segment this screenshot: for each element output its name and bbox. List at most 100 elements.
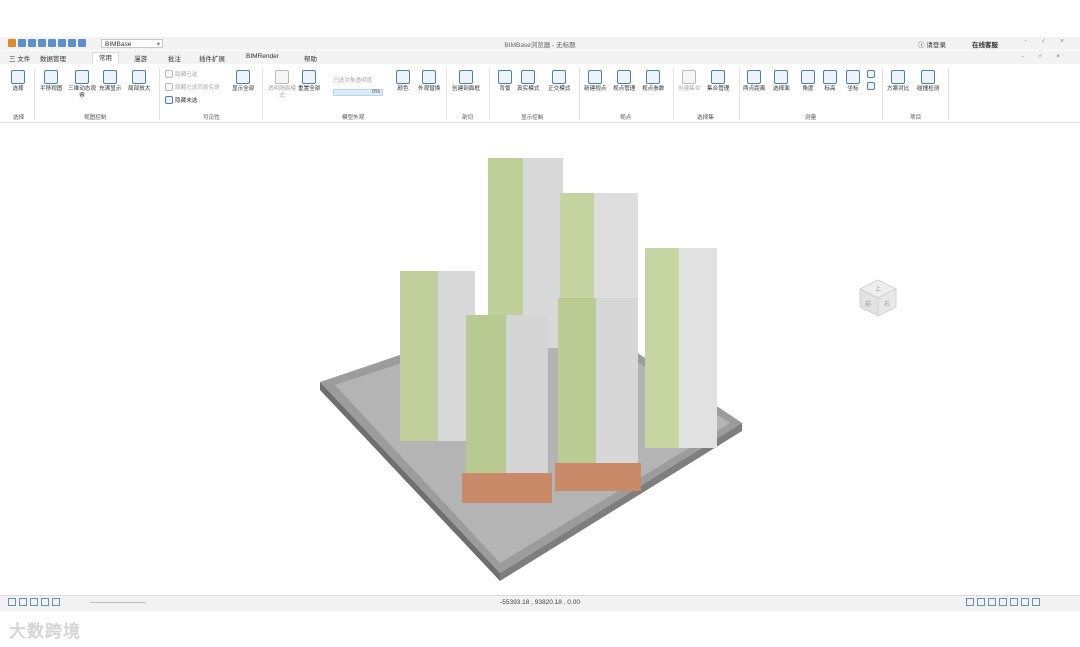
measure-extra-icons [867,70,877,78]
group-separator [739,68,740,120]
new-viewpoint-button[interactable]: 新建视点 [584,70,606,93]
navigation-icon[interactable] [1021,598,1029,606]
clear-measure-icon[interactable] [867,82,875,90]
elevation-label: 标高 [824,86,836,92]
document-window-controls[interactable]: - ♂ × [1022,53,1066,60]
menu-help[interactable]: 帮助 [304,53,317,63]
transparency-slider[interactable]: 0% [333,89,383,96]
elevation-icon [823,70,837,84]
view-cube[interactable]: 上 前 右 [856,276,900,322]
eye-icon [236,70,251,84]
coordinate-readout: -55393.18 , 93820.18 , 0.00 [500,599,580,606]
3d-viewport[interactable]: 上 前 右 [0,123,1080,594]
section-box-icon [458,70,473,84]
reset-all-button[interactable]: 重置全部 [298,70,320,93]
set-manage-label: 集合管理 [707,86,730,92]
viewpoint-params-button[interactable]: 视点参数 [642,70,664,93]
protractor-icon [801,70,815,84]
scheme-compare-label: 方案对比 [887,86,910,92]
tower-e-side [645,248,679,448]
group-label-viewpoint: 视点 [620,115,632,121]
hand-icon [44,70,59,84]
set-manage-button[interactable]: 集合管理 [707,70,729,93]
select-button[interactable]: 选择 [11,70,25,93]
front-mode-button[interactable]: 正交模式 [548,70,570,93]
coordinate-button[interactable]: 坐标 [846,70,860,93]
reset-all-label: 重置全部 [298,86,321,92]
grid-icon[interactable] [1010,598,1018,606]
selected-transparency-label: 已选对象透明度 [333,78,373,84]
zoom-local-button[interactable]: 局部放大 [128,70,150,93]
online-help-link[interactable]: 在线客服 [972,39,998,49]
realistic-mode-label: 真实模式 [517,86,540,92]
group-separator [262,68,263,120]
hide-selected-button[interactable]: 隐藏已选 [165,70,197,78]
crosshair-icon [846,70,860,84]
group-label-model-appearance: 模型外观 [342,115,365,121]
section-icon[interactable] [988,598,996,606]
tower-d-podium [555,463,641,491]
scheme-compare-button[interactable]: 方案对比 [887,70,909,93]
appearance-replace-label: 外观替换 [418,86,441,92]
front-mode-label: 正交模式 [548,86,571,92]
create-set-button[interactable]: 创建集合 [678,70,700,93]
select-label: 选择 [12,86,24,92]
viewpoint-params-label: 视点参数 [642,86,665,92]
transparency-mode-button[interactable]: 透明隔离模式 [268,70,296,100]
cursor-icon [11,70,25,84]
orbit-icon [75,70,89,84]
view-mode-icon[interactable] [966,598,974,606]
color-button[interactable]: 颜色 [396,70,410,93]
axis-icon[interactable] [999,598,1007,606]
viewpoint-manage-button[interactable]: 视点管理 [613,70,635,93]
background-button[interactable]: 背景 [498,70,512,93]
group-separator [948,68,949,120]
folder-add-icon [682,70,697,84]
gear-icon[interactable] [1032,598,1040,606]
pan-label: 平移视图 [40,86,63,92]
menu-plugins[interactable]: 插件扩展 [199,53,225,63]
area-icon[interactable] [867,70,875,78]
two-point-distance-label: 两点距离 [743,86,766,92]
select-surface-button[interactable]: 选择面 [773,70,790,93]
show-all-button[interactable]: 显示全部 [232,70,254,93]
menu-bimrender[interactable]: BIMRender [246,53,279,60]
group-separator [579,68,580,120]
camera-add-icon [588,70,603,84]
menu-data-manage[interactable]: 数据管理 [40,53,66,63]
elevation-button[interactable]: 标高 [823,70,837,93]
orbit-button[interactable]: 三维动态观察 [68,70,96,100]
appearance-replace-button[interactable]: 外观替换 [418,70,440,93]
hide-icon [165,70,173,78]
building-model [320,158,742,581]
navcube-front-label: 前 [865,300,871,308]
measure-icon[interactable] [977,598,985,606]
tower-f-podium [462,473,552,503]
compare-icon [891,70,906,84]
pan-view-button[interactable]: 平移视图 [40,70,62,93]
surface-icon [774,70,789,84]
zoom-local-label: 局部放大 [128,86,151,92]
background-icon [498,70,512,84]
menu-file[interactable]: 三 文件 [9,53,30,63]
reset-icon [302,70,317,84]
hide-selected-similar-button[interactable]: 隐藏已选同类实体 [165,83,220,91]
two-point-distance-button[interactable]: 两点距离 [743,70,765,93]
user-icon: ⓘ [918,42,925,49]
angle-button[interactable]: 角度 [801,70,815,93]
camera-manage-icon [617,70,632,84]
menu-annotate[interactable]: 批注 [168,53,181,63]
paint-bucket-icon [396,70,410,84]
window-controls[interactable]: - ♂ × [1024,38,1070,45]
realistic-mode-button[interactable]: 真实模式 [517,70,539,93]
login-link[interactable]: ⓘ 请登录 [918,39,946,49]
hide-unselected-button[interactable]: 隐藏未选 [165,96,197,104]
fill-display-button[interactable]: 充满显示 [99,70,121,93]
clash-detect-button[interactable]: 碰撞检测 [917,70,939,93]
transparency-percent: 0% [372,89,380,95]
menu-roam[interactable]: 漫游 [134,53,147,63]
hide-selected-similar-label: 隐藏已选同类实体 [175,85,220,91]
create-section-box-button[interactable]: 创建剖面框 [452,70,480,93]
group-label-measure: 测量 [805,115,817,121]
hide-similar-icon [165,83,173,91]
